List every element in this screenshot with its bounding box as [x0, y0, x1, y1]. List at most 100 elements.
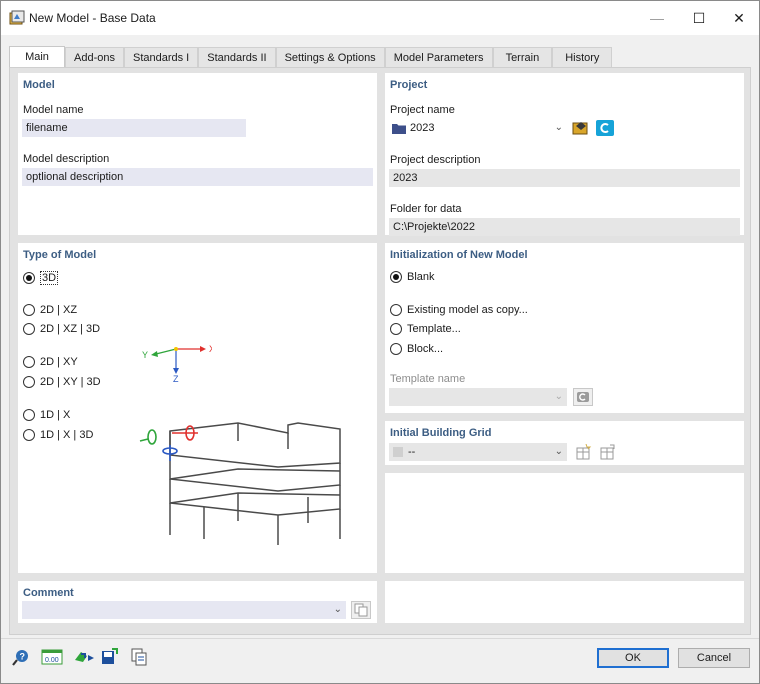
building-grid-panel: Initial Building Grid -- ⌄ [385, 421, 744, 465]
help-search-icon: ? [12, 650, 28, 666]
radio-indicator [23, 272, 35, 284]
x-axis-label: X [209, 344, 212, 354]
radio-indicator [390, 343, 402, 355]
empty-panel [385, 473, 744, 573]
comment-panel: Comment ⌄ [18, 581, 377, 623]
tab-standards-i[interactable]: Standards I [123, 47, 199, 68]
z-axis-label: Z [173, 374, 179, 383]
units-button[interactable]: 0.00 [41, 647, 63, 667]
radio-indicator [23, 429, 35, 441]
radio-2d-xy[interactable]: 2D | XY [23, 356, 78, 368]
tab-model-parameters[interactable]: Model Parameters [384, 47, 493, 68]
project-manager-icon [572, 122, 588, 135]
save-settings-button[interactable] [99, 647, 119, 667]
copy-settings-button[interactable] [129, 647, 149, 667]
radio-indicator [23, 356, 35, 368]
radio-block[interactable]: Block... [390, 343, 443, 355]
radio-label: 2D | XZ [40, 304, 78, 316]
units-badge: 0.00 [45, 657, 59, 664]
model-type-section-title: Type of Model [23, 249, 97, 261]
radio-label: 1D | X | 3D [40, 429, 94, 441]
radio-template[interactable]: Template... [390, 323, 461, 335]
comment-library-button[interactable] [351, 601, 371, 619]
ok-button[interactable]: OK [597, 648, 669, 668]
y-axis-arrow [151, 351, 158, 357]
model-panel: Model Model name filename Model descript… [18, 73, 377, 235]
help-button[interactable]: ? [11, 647, 31, 667]
template-name-label: Template name [390, 373, 466, 385]
model-description-field[interactable]: optlional description [22, 168, 373, 186]
tab-terrain[interactable]: Terrain [492, 47, 553, 68]
folder-field: C:\Projekte\2022 [389, 218, 740, 236]
radio-label: 3D [40, 271, 59, 285]
radio-existing-model[interactable]: Existing model as copy... [390, 304, 528, 316]
edit-grid-icon [600, 444, 615, 460]
units-icon: 0.00 [41, 649, 63, 665]
building-grid-section-title: Initial Building Grid [390, 427, 492, 439]
project-name-select[interactable]: 2023 ⌄ [389, 119, 567, 137]
radio-indicator [23, 376, 35, 388]
model-section-title: Model [23, 79, 55, 91]
radio-indicator [23, 304, 35, 316]
copy-settings-icon [131, 648, 147, 666]
footer-bar: ? 0.00 OK Cancel [1, 639, 759, 683]
app-icon [9, 10, 25, 25]
radio-1d-x[interactable]: 1D | X [23, 409, 70, 421]
initialization-panel: Initialization of New Model Blank Existi… [385, 243, 744, 413]
template-browse-button[interactable] [573, 388, 593, 406]
folder-label: Folder for data [390, 203, 462, 215]
edit-grid-button[interactable] [597, 443, 617, 461]
tab-history[interactable]: History [552, 47, 613, 68]
cancel-button[interactable]: Cancel [678, 648, 750, 668]
tab-add-ons[interactable]: Add-ons [65, 47, 124, 68]
close-button[interactable]: ✕ [719, 1, 759, 35]
title-bar: New Model - Base Data — ☐ ✕ [1, 1, 759, 35]
model-type-panel: Type of Model 3D 2D | XZ 2D | XZ | 3D 2D… [18, 243, 377, 573]
maximize-button[interactable]: ☐ [679, 1, 719, 35]
project-manager-button[interactable] [571, 119, 591, 137]
svg-text:?: ? [20, 652, 26, 662]
radio-label: 2D | XY [40, 356, 78, 368]
new-grid-button[interactable] [573, 443, 593, 461]
minimize-button[interactable]: — [637, 1, 677, 35]
new-project-button[interactable] [595, 119, 615, 137]
radio-label: Existing model as copy... [407, 304, 528, 316]
y-axis-line [155, 348, 177, 355]
radio-2d-xz[interactable]: 2D | XZ [23, 304, 77, 316]
template-icon [577, 392, 589, 402]
radio-1d-x-3d[interactable]: 1D | X | 3D [23, 429, 93, 441]
tab-strip: Main Add-ons Standards I Standards II Se… [9, 46, 613, 68]
tab-content: Model Model name filename Model descript… [9, 67, 751, 635]
radio-indicator [390, 304, 402, 316]
radio-label: 2D | XY | 3D [40, 376, 101, 388]
save-icon [102, 648, 118, 664]
radio-2d-xy-3d[interactable]: 2D | XY | 3D [23, 376, 101, 388]
model-3d-preview [139, 422, 341, 545]
project-description-field: 2023 [389, 169, 740, 187]
new-grid-icon [576, 444, 592, 460]
project-section-title: Project [390, 79, 428, 91]
load-settings-button[interactable] [73, 647, 95, 667]
project-name-value: 2023 [410, 122, 435, 134]
building-grid-select[interactable]: -- ⌄ [389, 443, 567, 461]
radio-2d-xz-3d[interactable]: 2D | XZ | 3D [23, 323, 100, 335]
comment-side-panel [385, 581, 744, 623]
radio-indicator [23, 409, 35, 421]
radio-label: Template... [407, 323, 461, 335]
radio-label: Blank [407, 271, 435, 283]
dialog-window: New Model - Base Data — ☐ ✕ Main Add-ons… [0, 0, 760, 684]
tab-main[interactable]: Main [9, 46, 65, 68]
grid-swatch [393, 447, 403, 457]
radio-3d[interactable]: 3D [23, 271, 59, 285]
radio-label: Block... [407, 343, 444, 355]
tab-standards-ii[interactable]: Standards II [198, 47, 276, 68]
x-axis-arrow [200, 346, 206, 352]
radio-blank[interactable]: Blank [390, 271, 435, 283]
copy-icon [354, 603, 368, 617]
tab-settings-options[interactable]: Settings & Options [275, 47, 385, 68]
initialization-section-title: Initialization of New Model [390, 249, 528, 261]
comment-select[interactable]: ⌄ [22, 601, 346, 619]
template-name-select[interactable]: ⌄ [389, 388, 567, 406]
radio-label: 1D | X [40, 409, 71, 421]
model-name-field[interactable]: filename [22, 119, 246, 137]
